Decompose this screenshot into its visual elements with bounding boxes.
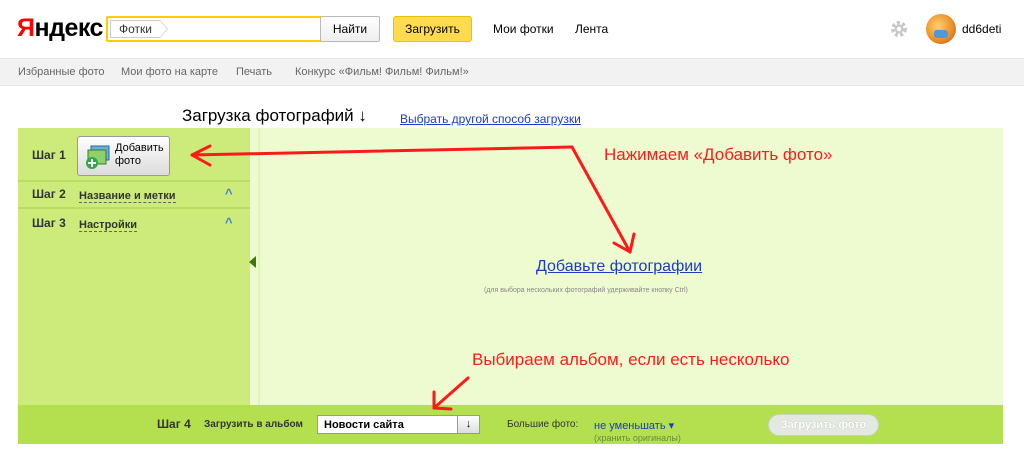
avatar[interactable] [926,14,956,44]
gear-icon[interactable] [889,19,909,39]
step1-label: Шаг 1 [32,148,66,162]
large-photos-label: Большие фото: [507,419,579,430]
header: Яндекс Фотки Найти Загрузить Мои фотки Л… [0,0,1024,58]
search-button[interactable]: Найти [320,16,380,42]
logo-first-letter: Я [17,14,35,42]
page-title: Загрузка фотографий ↓ [182,106,367,125]
step-divider [18,207,250,209]
add-photos-link[interactable]: Добавьте фотографии [536,258,702,276]
dropdown-arrow-icon[interactable]: ↓ [457,416,479,433]
username[interactable]: dd6deti [962,22,1001,36]
chevron-up-icon[interactable]: ^ [225,215,233,230]
step2-label: Шаг 2 [32,187,66,201]
add-photo-label-1: Добавить [115,142,164,154]
upload-button[interactable]: Загрузить [393,16,472,42]
search-service-tag[interactable]: Фотки [110,20,168,38]
subnav-contest[interactable]: Конкурс «Фильм! Фильм! Фильм!» [295,66,469,78]
sidebar-edge [258,128,260,406]
step3-label: Шаг 3 [32,216,66,230]
annotation-choose-album: Выбираем альбом, если есть несколько [472,350,790,369]
logo-rest: ндекс [34,14,103,42]
submit-upload-button[interactable]: Загрузить фото [768,414,879,436]
alt-upload-method-link[interactable]: Выбрать другой способ загрузки [400,112,581,126]
subnav-map[interactable]: Мои фото на карте [121,66,218,78]
chevron-up-icon[interactable]: ^ [225,186,233,201]
step3-link[interactable]: Настройки [79,219,138,232]
add-photos-hint: (для выбора нескольких фотографий удержи… [484,287,688,294]
album-select-value: Новости сайта [324,419,404,431]
album-label: Загрузить в альбом [204,419,303,430]
annotation-add-photo: Нажимаем «Добавить фото» [604,145,833,164]
add-photo-label-2: фото [115,155,141,167]
large-photos-select[interactable]: не уменьшать ▾ [594,419,674,432]
step-divider [18,180,250,182]
yandex-logo[interactable]: Яндекс [17,14,103,43]
search-box: Фотки Найти [106,16,380,42]
step2-link[interactable]: Название и метки [79,190,176,203]
collapse-sidebar-icon[interactable] [249,256,256,268]
step4-label: Шаг 4 [157,417,191,431]
sub-navigation: Избранные фото Мои фото на карте Печать … [0,58,1024,86]
nav-my-photos[interactable]: Мои фотки [493,22,554,36]
subnav-favorites[interactable]: Избранные фото [18,66,105,78]
search-input[interactable] [168,20,318,38]
add-photo-icon [86,145,110,169]
album-select[interactable]: Новости сайта ↓ [317,415,480,434]
add-photo-button[interactable]: Добавить фото [77,136,170,176]
subnav-print[interactable]: Печать [236,66,272,78]
nav-feed[interactable]: Лента [575,22,608,36]
large-photos-hint: (хранить оригиналы) [594,433,681,443]
